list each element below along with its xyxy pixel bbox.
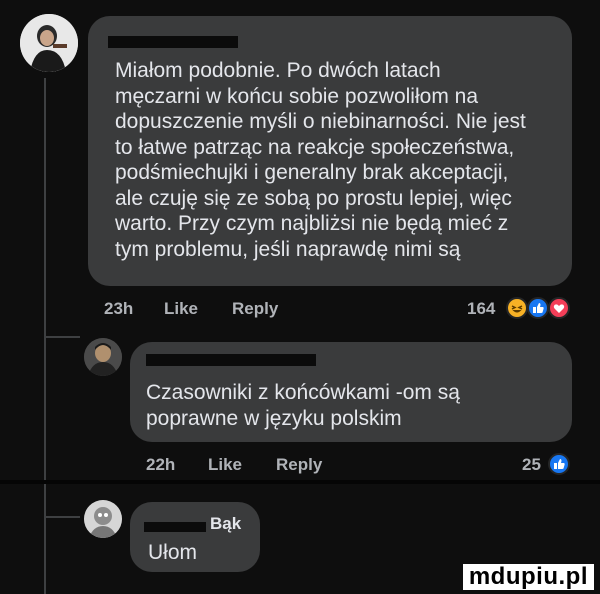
comment-bubble: Miałom podobnie. Po dwóch latach męczarn… <box>88 16 572 286</box>
comment-actions: 23h Like Reply <box>104 299 278 319</box>
avatar-image <box>84 338 122 376</box>
author-name-redacted <box>144 522 206 532</box>
thumbs-up-glyph <box>554 459 565 469</box>
haha-icon[interactable] <box>506 297 528 319</box>
reaction-count[interactable]: 25 <box>522 455 541 475</box>
comment-timestamp[interactable]: 23h <box>104 299 164 319</box>
reply-button[interactable]: Reply <box>232 299 278 319</box>
avatar[interactable] <box>20 14 78 72</box>
thumbs-up-glyph <box>533 303 544 313</box>
like-icon[interactable] <box>548 453 570 475</box>
reply-bubble: Czasowniki z końcówkami -om są poprawne … <box>130 342 572 442</box>
image-divider <box>0 480 600 484</box>
like-icon[interactable] <box>527 297 549 319</box>
heart-glyph <box>553 304 565 313</box>
author-name-redacted <box>146 354 316 366</box>
like-button[interactable]: Like <box>164 299 232 319</box>
reply-text: Czasowniki z końcówkami -om są poprawne … <box>146 381 460 430</box>
author-name-redacted <box>108 36 238 48</box>
avatar-image <box>20 14 78 72</box>
reply-actions: 22h Like Reply <box>146 455 322 475</box>
comment-text: Miałom podobnie. Po dwóch latach męczarn… <box>115 59 526 261</box>
reaction-count[interactable]: 164 <box>467 299 495 319</box>
avatar[interactable] <box>84 338 122 376</box>
love-icon[interactable] <box>548 297 570 319</box>
reply-text: Ułom <box>148 541 198 564</box>
like-button[interactable]: Like <box>208 455 276 475</box>
thread-connector-reply-1 <box>44 336 80 338</box>
reply-timestamp[interactable]: 22h <box>146 455 208 475</box>
watermark-logo: mdupiu.pl <box>462 564 594 590</box>
haha-glyph <box>511 305 523 313</box>
avatar-image <box>84 500 122 538</box>
reply-button[interactable]: Reply <box>276 455 322 475</box>
reply-bubble: Bąk Ułom <box>130 502 260 572</box>
author-name[interactable]: Bąk <box>210 514 241 534</box>
thread-connector-reply-2 <box>44 516 80 518</box>
avatar[interactable] <box>84 500 122 538</box>
